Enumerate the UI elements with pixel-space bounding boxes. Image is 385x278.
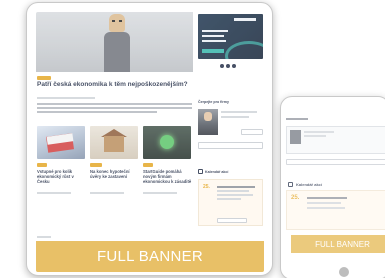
card-title[interactable]: Na konec hypoteční úvěry ke zastavení bbox=[90, 169, 140, 179]
article-thumbnail[interactable] bbox=[90, 126, 138, 159]
card-title[interactable]: Vstupné pro kolik ekonomický růst v Česk… bbox=[37, 169, 87, 185]
all-events-button[interactable] bbox=[217, 218, 247, 223]
ask-expert-button[interactable] bbox=[198, 142, 263, 149]
facebook-icon[interactable] bbox=[220, 64, 224, 68]
category-tag[interactable] bbox=[143, 163, 153, 167]
tablet-event-date: 25. bbox=[291, 195, 300, 201]
article-title[interactable]: Patří česká ekonomika k těm nejpoškozeně… bbox=[37, 81, 192, 88]
article-thumbnail[interactable] bbox=[143, 126, 191, 159]
expert-name bbox=[221, 111, 257, 113]
card-meta bbox=[37, 192, 71, 194]
experts-heading: Čerpejte pro firmy bbox=[198, 100, 229, 104]
event-card[interactable]: 25. bbox=[198, 179, 263, 226]
ad-cta-button[interactable] bbox=[202, 49, 224, 53]
article-perex-line bbox=[37, 107, 192, 109]
hero-image[interactable] bbox=[36, 12, 193, 72]
card-title[interactable]: StartGuide pomáhá novým firmám ekonomick… bbox=[143, 169, 193, 185]
tablet-banner-label: FULL BANNER bbox=[315, 239, 370, 249]
banner-caption bbox=[37, 236, 51, 238]
calendar-icon bbox=[288, 182, 293, 187]
banner-label: FULL BANNER bbox=[96, 248, 204, 265]
article-thumbnail[interactable] bbox=[37, 126, 85, 159]
event-date: 25. bbox=[203, 184, 210, 190]
hero-figure-illustration bbox=[104, 14, 130, 72]
article-perex-line bbox=[37, 103, 192, 105]
tablet-device-mockup: Kalendář akcí 25. FULL BANNER bbox=[280, 96, 385, 278]
tablet-heading bbox=[286, 118, 308, 120]
sidebar-advertisement[interactable] bbox=[198, 14, 263, 59]
category-tag[interactable] bbox=[90, 163, 102, 167]
full-banner[interactable]: FULL BANNER bbox=[36, 241, 264, 272]
tablet-full-banner[interactable]: FULL BANNER bbox=[291, 235, 385, 253]
tablet-expert-card[interactable] bbox=[286, 126, 385, 154]
category-tag[interactable] bbox=[37, 76, 51, 80]
calendar-heading: Kalendář akcí bbox=[205, 170, 229, 174]
card-meta bbox=[143, 192, 177, 194]
card-meta bbox=[90, 192, 124, 194]
tablet-ask-button[interactable] bbox=[286, 159, 385, 165]
calendar-icon bbox=[198, 169, 203, 174]
expert-avatar[interactable] bbox=[198, 109, 218, 135]
tablet-home-button[interactable] bbox=[339, 267, 349, 277]
twitter-icon[interactable] bbox=[226, 64, 230, 68]
desktop-device-mockup: Patří česká ekonomika k těm nejpoškozeně… bbox=[26, 2, 273, 276]
desktop-screen: Patří česká ekonomika k těm nejpoškozeně… bbox=[36, 12, 264, 272]
tablet-calendar-heading: Kalendář akcí bbox=[296, 182, 323, 187]
expert-role bbox=[221, 116, 249, 118]
category-tag[interactable] bbox=[37, 163, 47, 167]
tablet-event-card[interactable]: 25. bbox=[286, 190, 385, 230]
expert-profile-button[interactable] bbox=[241, 129, 263, 135]
article-perex-line bbox=[37, 111, 157, 113]
article-meta bbox=[37, 97, 95, 99]
tablet-screen: Kalendář akcí 25. FULL BANNER bbox=[286, 104, 385, 264]
linkedin-icon[interactable] bbox=[232, 64, 236, 68]
